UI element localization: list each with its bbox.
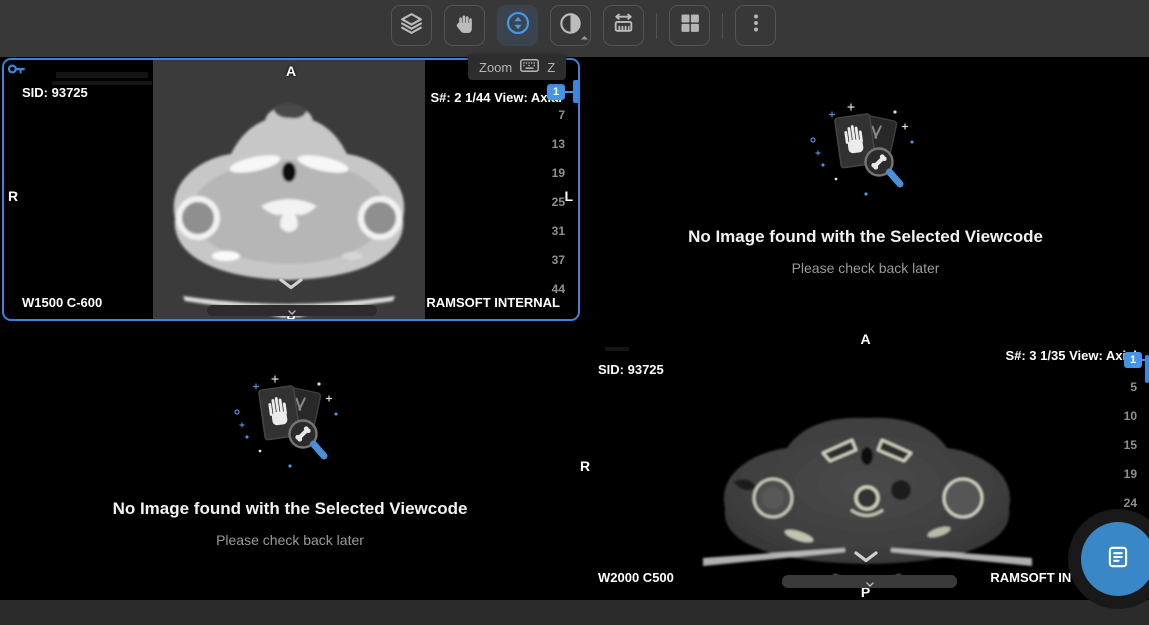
hand-icon [453,11,477,40]
no-image-illustration [805,102,927,205]
report-fab-button[interactable] [1081,522,1149,596]
no-image-subtitle: Please check back later [216,532,364,548]
slice-scrollbar-thumb[interactable] [1145,355,1149,383]
series-info-label: S#: 3 1/35 View: Axial [1005,348,1137,363]
kebab-menu-icon [744,11,768,40]
toolbar-buttons [391,5,776,46]
slice-tick: 15 [1124,438,1137,452]
slice-tick-labels: 7131925313744 [552,108,565,296]
zoom-tooltip: Zoom Z [468,54,566,80]
window-level-dropdown-caret[interactable] [581,36,588,43]
slice-tick: 13 [552,137,565,151]
chevron-down-icon[interactable] [4,277,578,295]
chevron-down-icon[interactable] [582,550,1149,568]
toolbar-divider [656,13,657,39]
slice-number-badge[interactable]: 1 [547,84,565,100]
orientation-marker-left: L [564,188,573,204]
slice-tick: 31 [552,224,565,238]
slice-tick: 37 [552,253,565,267]
layout-button[interactable] [669,5,710,46]
slice-tick: 24 [1124,496,1137,510]
more-options-button[interactable] [735,5,776,46]
slice-scrollbar-thumb[interactable] [573,80,580,103]
sid-label: SID: 93725 [598,362,664,377]
no-image-illustration [229,374,351,477]
window-level-label: W2000 C500 [598,570,674,585]
thumbnail-strip-collapsed[interactable] [207,305,377,316]
series-info-label: S#: 2 1/44 View: Axial [430,90,562,105]
slice-tick: 25 [552,195,565,209]
viewport-bottom-right[interactable]: SID: 93725 A S#: 3 1/35 View: Axial R W2… [582,322,1149,600]
orientation-marker-anterior: A [582,331,1149,347]
slice-number-badge[interactable]: 1 [1124,352,1142,368]
grid-layout-icon [678,11,702,40]
bottom-bar [0,600,1149,625]
viewport-top-right[interactable]: No Image found with the Selected Viewcod… [582,57,1149,321]
orientation-marker-right: R [580,458,590,474]
viewport-top-left[interactable]: SID: 93725 A S#: 2 1/44 View: Axial R L … [2,58,580,321]
slice-tick: 7 [558,108,565,122]
contrast-icon [558,11,583,41]
toolbar [0,0,1149,57]
zoom-icon [505,10,531,41]
notes-document-icon [1105,544,1131,575]
window-level-button[interactable] [550,5,591,46]
no-image-subtitle: Please check back later [792,260,940,276]
no-image-title: No Image found with the Selected Viewcod… [113,499,468,519]
layers-button[interactable] [391,5,432,46]
viewport-bottom-left[interactable]: No Image found with the Selected Viewcod… [0,321,580,600]
redacted-patient-info [605,347,629,351]
institution-label: RAMSOFT INTERNAL [426,295,560,310]
pan-button[interactable] [444,5,485,46]
slice-tick: 10 [1124,409,1137,423]
keyboard-icon [520,59,539,75]
toolbar-divider [722,13,723,39]
tooltip-shortcut: Z [547,60,555,75]
ruler-icon [611,11,636,41]
window-level-label: W1500 C-600 [22,295,102,310]
sid-label: SID: 93725 [22,85,88,100]
slice-tick: 19 [1124,467,1137,481]
slice-tick: 5 [1130,380,1137,394]
no-image-title: No Image found with the Selected Viewcod… [688,227,1043,247]
ct-image-axial-bone [695,390,1040,600]
orientation-marker-right: R [8,188,18,204]
thumbnail-strip-collapsed[interactable] [782,575,957,588]
measure-button[interactable] [603,5,644,46]
slice-tick: 19 [552,166,565,180]
tooltip-label: Zoom [479,60,512,75]
zoom-button[interactable] [497,5,538,46]
layers-icon [399,11,424,41]
viewer-screen: Zoom Z [0,0,1149,625]
